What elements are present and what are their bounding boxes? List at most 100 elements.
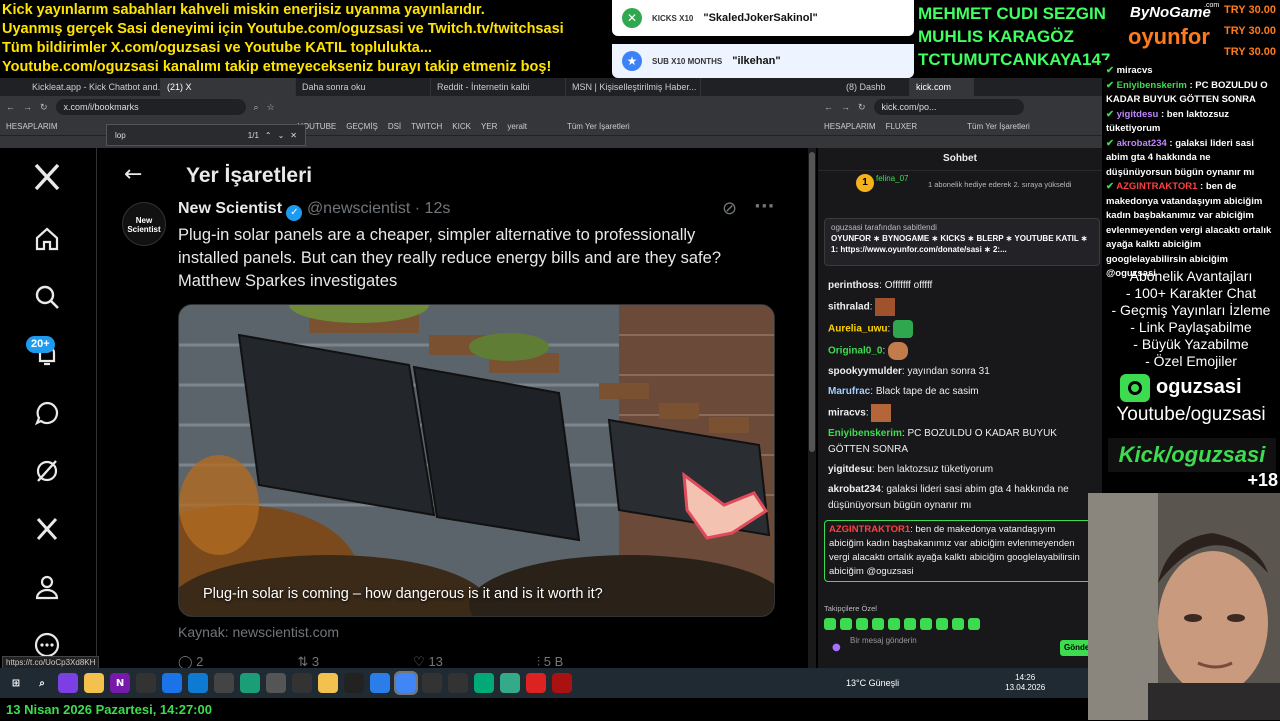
vivaldi-icon[interactable] — [526, 673, 546, 693]
app-icon[interactable] — [318, 673, 338, 693]
app-icon[interactable] — [162, 673, 182, 693]
bookmark-item[interactable]: HESAPLARIM — [6, 122, 58, 131]
clock[interactable]: 14:26 13.04.2026 — [1005, 673, 1045, 693]
emote-icon[interactable] — [824, 618, 836, 630]
back-icon[interactable]: ← — [6, 102, 15, 112]
emote-icon[interactable] — [872, 618, 884, 630]
mic-icon[interactable]: ● — [832, 642, 841, 653]
grok-icon[interactable] — [26, 450, 68, 492]
bookmark-item[interactable]: YER — [481, 122, 497, 131]
pinned-message[interactable]: oguzsasi tarafından sabitlendi OYUNFOR ∗… — [824, 218, 1100, 266]
bookmark-star-icon[interactable]: ☆ — [267, 102, 275, 113]
emote-icon[interactable] — [840, 618, 852, 630]
notifications-icon[interactable]: 20+ — [26, 334, 68, 376]
reload-icon[interactable]: ↻ — [858, 102, 866, 113]
app-icon[interactable] — [370, 673, 390, 693]
app-icon[interactable] — [422, 673, 442, 693]
onenote-icon[interactable]: N — [110, 673, 130, 693]
more-options-icon[interactable]: ··· — [754, 196, 775, 217]
search-icon[interactable] — [26, 276, 68, 318]
chat-user[interactable]: Eniyibenskerim — [828, 428, 902, 439]
bookmark-item[interactable]: Tüm Yer İşaretleri — [967, 122, 1030, 131]
chat-user[interactable]: perinthoss — [828, 280, 879, 291]
emote-icon[interactable] — [952, 618, 964, 630]
reload-icon[interactable]: ↻ — [40, 102, 48, 113]
bookmark-item[interactable]: DSİ — [388, 122, 401, 131]
close-icon[interactable]: ✕ — [290, 131, 297, 140]
emote-icon[interactable] — [888, 618, 900, 630]
bookmark-item[interactable]: HESAPLARIM — [824, 122, 876, 131]
app-icon[interactable] — [240, 673, 260, 693]
tab-x[interactable]: (21) X — [161, 78, 296, 96]
app-icon[interactable] — [136, 673, 156, 693]
messages-icon[interactable] — [26, 392, 68, 434]
bookmark-item[interactable]: TWITCH — [411, 122, 442, 131]
forward-icon[interactable]: → — [841, 102, 850, 112]
zoom-icon[interactable]: ⌕ — [254, 102, 259, 113]
chevron-down-icon[interactable]: ⌄ — [278, 131, 285, 140]
find-input[interactable]: lop — [115, 131, 242, 140]
app-icon[interactable] — [266, 673, 286, 693]
bookmark-item[interactable]: Tüm Yer İşaretleri — [567, 122, 630, 131]
emote-icon[interactable] — [856, 618, 868, 630]
forward-icon[interactable]: → — [23, 102, 32, 112]
app-icon[interactable] — [500, 673, 520, 693]
chat-user[interactable]: akrobat234 — [828, 484, 881, 495]
url-field[interactable]: kick.com/po... — [873, 99, 1024, 115]
x-logo-icon[interactable] — [26, 156, 68, 198]
folder-icon[interactable] — [84, 673, 104, 693]
app-icon[interactable] — [292, 673, 312, 693]
chat-user[interactable]: sithralad — [828, 302, 870, 313]
chat-user[interactable]: AZGINTRAKTOR1 — [829, 524, 910, 535]
chat-user[interactable]: spookyymulder — [828, 366, 902, 377]
scrollbar[interactable] — [808, 148, 816, 668]
top-gifter[interactable]: felina_07 — [876, 174, 908, 183]
emote-icon[interactable] — [968, 618, 980, 630]
chat-user[interactable]: miracvs — [828, 408, 866, 419]
tab-msn[interactable]: MSN | Kişiselleştirilmiş Haber... — [566, 78, 701, 96]
bookmark-item[interactable]: GEÇMİŞ — [346, 122, 378, 131]
chat-user[interactable]: Aurelia_uwu — [828, 324, 887, 335]
emote-icon[interactable] — [904, 618, 916, 630]
avatar[interactable]: New Scientist — [122, 202, 166, 246]
article-source[interactable]: Kaynak: newscientist.com — [178, 624, 339, 640]
author-handle[interactable]: @newscientist — [307, 200, 410, 217]
back-arrow-icon[interactable]: ← — [124, 162, 142, 187]
url-field[interactable]: x.com/i/bookmarks — [55, 99, 246, 115]
tab-kick[interactable]: kick.com — [910, 78, 974, 96]
tab-kickleat[interactable]: Kickleat.app - Kick Chatbot and... — [26, 78, 161, 96]
bookmark-item[interactable]: FLUXER — [886, 122, 918, 131]
chat-user[interactable]: yigitdesu — [828, 464, 872, 475]
grok-action-icon[interactable]: ⊘ — [722, 198, 737, 219]
emote-icon[interactable] — [936, 618, 948, 630]
chevron-up-icon[interactable]: ⌃ — [265, 131, 272, 140]
tab-reddit[interactable]: Reddit - İnternetin kalbi — [431, 78, 566, 96]
profile-icon[interactable] — [26, 566, 68, 608]
emote-icon[interactable] — [920, 618, 932, 630]
chat-user[interactable]: Marufrac — [828, 386, 870, 397]
views-icon: ⫶ — [536, 654, 544, 669]
bookmark-item[interactable]: KICK — [452, 122, 471, 131]
app-icon[interactable] — [344, 673, 364, 693]
weather[interactable]: 13°C Güneşli — [846, 678, 899, 688]
camera-icon[interactable] — [214, 673, 234, 693]
app-icon[interactable] — [58, 673, 78, 693]
bookmark-item[interactable]: yeralt — [507, 122, 527, 131]
author-name[interactable]: New Scientist — [178, 200, 282, 217]
tab-read-later[interactable]: Daha sonra oku — [296, 78, 431, 96]
channel-name: oguzsasi — [1156, 376, 1242, 398]
search-icon[interactable]: ⌕ — [32, 673, 52, 693]
home-icon[interactable] — [26, 218, 68, 260]
chrome-icon[interactable] — [394, 671, 418, 695]
windows-start-icon[interactable]: ⊞ — [6, 673, 26, 693]
app-icon[interactable] — [552, 673, 572, 693]
chat-input[interactable]: Bir mesaj gönderin — [828, 636, 948, 658]
premium-x-icon[interactable] — [26, 508, 68, 550]
tab-dashboard[interactable]: (8) Dashb — [840, 78, 910, 96]
app-icon[interactable] — [448, 673, 468, 693]
back-icon[interactable]: ← — [824, 102, 833, 112]
app-icon[interactable] — [474, 673, 494, 693]
edge-icon[interactable] — [188, 673, 208, 693]
chat-user[interactable]: Original0_0 — [828, 346, 882, 357]
article-image[interactable]: Plug-in solar is coming – how dangerous … — [178, 304, 775, 617]
